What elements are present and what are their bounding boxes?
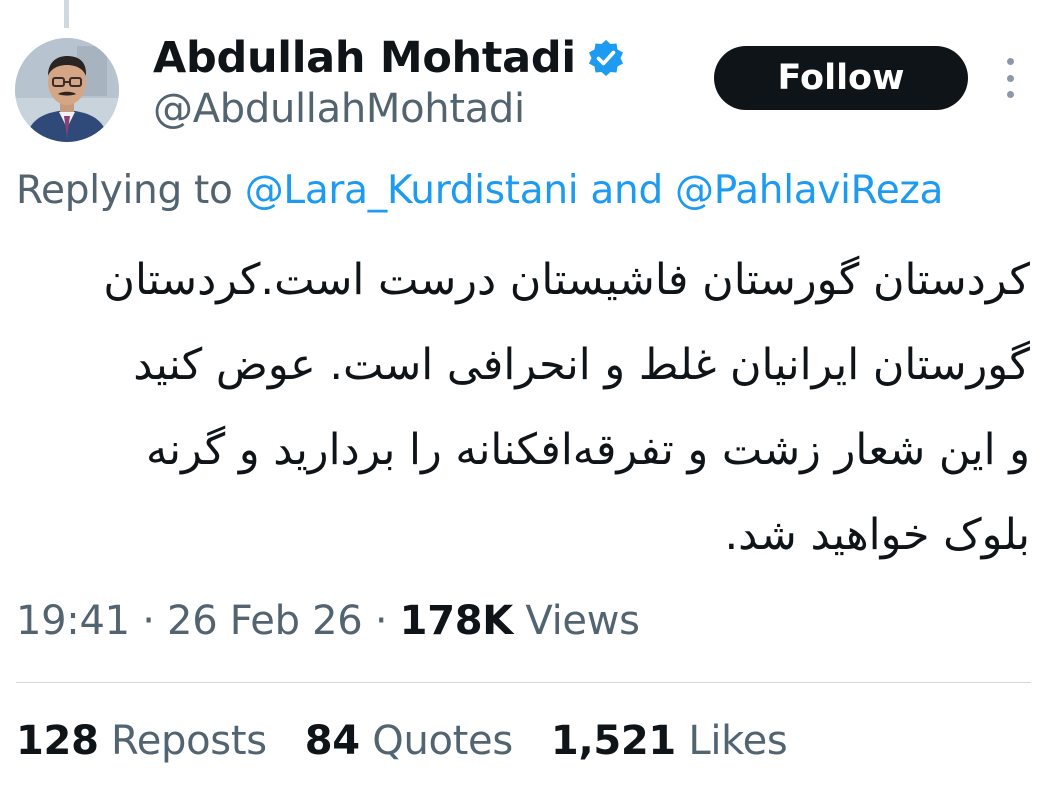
- author-handle[interactable]: @AbdullahMohtadi: [153, 86, 525, 132]
- engagement-stats: 128 Reposts 84 Quotes 1,521 Likes: [16, 718, 825, 764]
- replying-to-line: Replying to @Lara_Kurdistani and @Pahlav…: [16, 168, 943, 213]
- likes-stat[interactable]: 1,521 Likes: [551, 718, 788, 764]
- avatar[interactable]: [15, 38, 119, 142]
- views-label: Views: [525, 598, 640, 644]
- more-dot: [1006, 74, 1014, 82]
- quotes-label: Quotes: [372, 718, 513, 764]
- reposts-count: 128: [16, 718, 99, 764]
- meta-separator: ·: [142, 598, 155, 644]
- tweet-text-line: گورستان ایرانیان غلط و انحرافی است. عوض …: [133, 340, 1030, 390]
- quotes-stat[interactable]: 84 Quotes: [305, 718, 513, 764]
- follow-button[interactable]: Follow: [714, 46, 968, 110]
- mention-link-pahlavi[interactable]: @PahlaviReza: [675, 168, 943, 213]
- mention-link-lara[interactable]: @Lara_Kurdistani: [245, 168, 579, 213]
- views-count: 178K: [399, 598, 514, 644]
- tweet-date[interactable]: 26 Feb 26: [167, 598, 363, 644]
- more-vertical-icon[interactable]: [994, 58, 1026, 98]
- tweet-text-line: کردستان گورستان فاشیستان درست است.کردستا…: [103, 255, 1030, 305]
- author-name-row: Abdullah Mohtadi: [153, 30, 626, 86]
- quotes-count: 84: [304, 718, 360, 764]
- replying-to-prefix: Replying to: [16, 168, 233, 213]
- reposts-stat[interactable]: 128 Reposts: [16, 718, 267, 764]
- more-dot: [1006, 58, 1014, 65]
- tweet-text-line: بلوک خواهید شد.: [724, 510, 1030, 560]
- tweet-text-line: و این شعار زشت و تفرقه‌افکنانه را برداری…: [145, 425, 1030, 475]
- tweet-meta: 19:41 · 26 Feb 26 · 178K Views: [16, 598, 640, 644]
- reposts-label: Reposts: [111, 718, 267, 764]
- profile-photo-icon: [15, 38, 119, 142]
- meta-separator: ·: [374, 598, 388, 644]
- verified-badge-icon[interactable]: [586, 38, 626, 78]
- thread-connector-line: [64, 0, 69, 28]
- author-display-name[interactable]: Abdullah Mohtadi: [153, 33, 576, 83]
- tweet-text: کردستان گورستان فاشیستان درست است.کردستا…: [30, 238, 1030, 578]
- likes-label: Likes: [688, 718, 788, 764]
- tweet-time[interactable]: 19:41: [16, 598, 130, 644]
- divider: [16, 682, 1031, 683]
- likes-count: 1,521: [550, 718, 676, 764]
- replying-to-connector[interactable]: and: [590, 168, 663, 213]
- more-dot: [1006, 91, 1014, 98]
